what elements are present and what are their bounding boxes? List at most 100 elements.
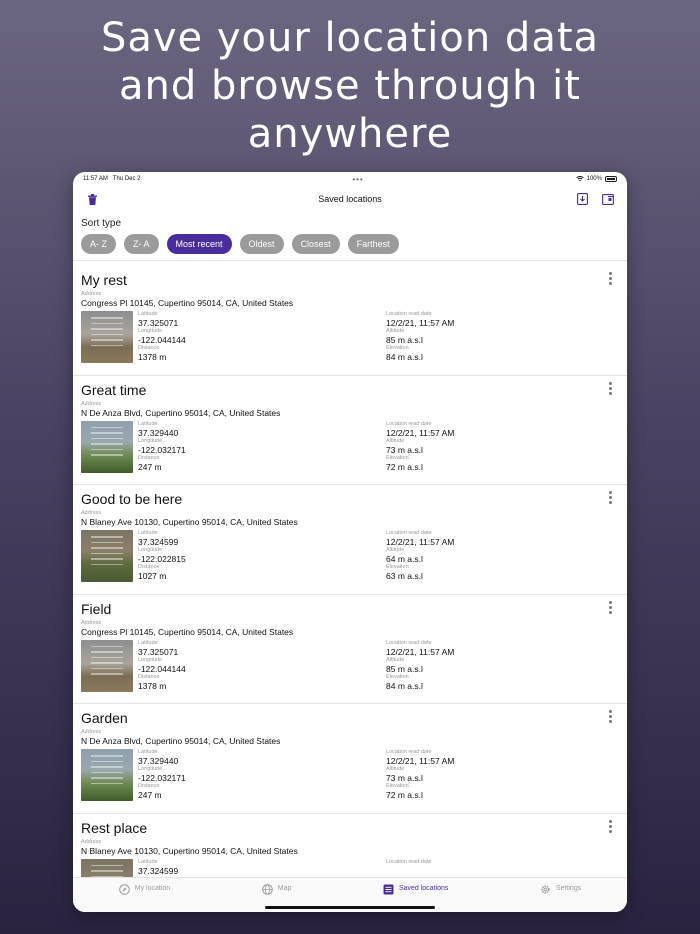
address-value: Congress Pl 10145, Cupertino 95014, CA, … [81,298,294,308]
distance-value: 247 m [138,461,162,472]
tab-settings[interactable]: Settings [540,885,581,897]
battery-percent: 100% [586,176,602,182]
read-date-value: 12/2/21, 11:57 AM [386,756,455,766]
battery-icon [604,176,617,182]
latitude-value: 37.329440 [138,756,179,766]
headline-line-1: Save your location data [100,15,600,61]
more-options-icon[interactable] [607,710,613,726]
status-bar: 11:57 AM Thu Dec 2 ••• 100% [73,172,627,186]
globe-icon [261,884,273,895]
address-label: Address [81,619,102,626]
altitude-label: Altitude [386,437,405,444]
multitask-dots-icon[interactable]: ••• [352,175,363,184]
distance-value: 1378 m [138,352,167,362]
distance-value: 1378 m [138,680,167,691]
location-photo-thumbnail[interactable] [81,311,133,363]
longitude-value: -122.044144 [138,663,186,674]
location-photo-thumbnail[interactable] [81,749,133,801]
latitude-label: Latitude [138,530,158,536]
sort-chip-closest[interactable]: Closest [291,234,340,254]
address-label: Address [81,510,102,516]
longitude-value: -122.032171 [138,773,186,783]
latitude-label: Latitude [138,858,158,865]
latitude-label: Latitude [138,420,158,427]
distance-label: Distance [138,673,160,680]
distance-label: Distance [138,564,160,570]
longitude-value: -122.032171 [138,444,186,455]
import-button[interactable] [575,192,589,206]
sort-chip-z-a[interactable]: Z- A [124,234,159,254]
read-date-label: Location read date [386,420,432,427]
location-card[interactable]: Good to be here Address N Blaney Ave 101… [73,485,627,595]
home-indicator [265,906,435,909]
more-options-icon[interactable] [607,819,613,836]
location-photo-thumbnail[interactable] [81,420,133,473]
elevation-value: 84 m a.s.l [386,352,423,362]
tab-my-location[interactable]: My location [118,884,171,897]
saved-locations-list[interactable]: My rest Address Congress Pl 10145, Cuper… [73,266,627,877]
tab-map[interactable]: Map [261,884,291,897]
wifi-icon [575,176,584,182]
more-options-icon[interactable] [607,491,613,507]
read-date-value: 12/2/21, 11:57 AM [386,427,455,438]
latitude-value: 37.324599 [138,537,179,547]
latitude-value: 37.325071 [138,318,179,328]
location-card[interactable]: My rest Address Congress Pl 10145, Cuper… [73,266,627,376]
read-date-label: Location read date [386,639,432,646]
tab-label: Settings [555,885,582,892]
longitude-label: Longitude [138,766,163,772]
longitude-value: -122.022815 [138,554,186,564]
altitude-value: 85 m a.s.l [386,663,423,674]
location-title: Field [81,600,112,617]
altitude-value: 85 m a.s.l [386,335,423,345]
altitude-label: Altitude [386,656,405,663]
altitude-value: 73 m a.s.l [386,773,423,783]
sort-section: Sort type A- Z Z- A Most recent Oldest C… [73,212,627,261]
more-options-icon[interactable] [607,600,613,617]
location-card[interactable]: Great time Address N De Anza Blvd, Cuper… [73,376,627,485]
distance-value: 247 m [138,790,162,800]
delete-button[interactable] [85,192,99,206]
more-options-icon[interactable] [607,381,613,398]
sort-chip-oldest[interactable]: Oldest [239,234,284,254]
headline-line-2: and browse through it [119,63,581,109]
altitude-label: Altitude [386,547,405,553]
distance-label: Distance [138,345,160,351]
latitude-label: Latitude [138,639,158,646]
altitude-value: 73 m a.s.l [386,444,423,455]
tab-label: My location [134,885,171,892]
address-value: N De Anza Blvd, Cupertino 95014, CA, Uni… [81,407,281,418]
location-title: My rest [81,272,127,288]
address-label: Address [81,838,102,845]
elevation-label: Elevation [386,345,409,351]
latitude-value: 37.324599 [138,865,179,876]
sort-chip-a-z[interactable]: A- Z [81,234,116,254]
read-date-label: Location read date [386,530,432,536]
altitude-label: Altitude [386,328,405,334]
import-icon [576,193,588,205]
address-value: N Blaney Ave 10130, Cupertino 95014, CA,… [81,517,298,527]
location-photo-thumbnail[interactable] [81,858,133,877]
export-button[interactable] [601,192,615,206]
sort-chip-farthest[interactable]: Farthest [347,234,399,254]
read-date-value: 12/2/21, 11:57 AM [386,646,455,657]
latitude-value: 37.325071 [138,646,179,657]
tab-saved-locations[interactable]: Saved locations [383,884,448,897]
more-options-icon[interactable] [607,272,613,288]
distance-value: 1027 m [138,571,167,581]
sort-chips: A- Z Z- A Most recent Oldest Closest Far… [81,234,619,254]
longitude-label: Longitude [138,547,163,553]
status-time: 11:57 AM [83,176,108,182]
trash-icon [87,193,97,205]
sort-chip-most-recent[interactable]: Most recent [166,234,232,254]
read-date-label: Location read date [386,311,432,317]
location-card[interactable]: Garden Address N De Anza Blvd, Cupertino… [73,704,627,814]
location-photo-thumbnail[interactable] [81,530,133,582]
location-title: Good to be here [81,491,183,507]
sort-type-label: Sort type [81,218,122,229]
location-card[interactable]: Rest place Address N Blaney Ave 10130, C… [73,814,627,877]
latitude-value: 37.329440 [138,427,179,438]
distance-label: Distance [138,454,160,461]
location-card[interactable]: Field Address Congress Pl 10145, Cuperti… [73,595,627,704]
location-photo-thumbnail[interactable] [81,639,133,692]
